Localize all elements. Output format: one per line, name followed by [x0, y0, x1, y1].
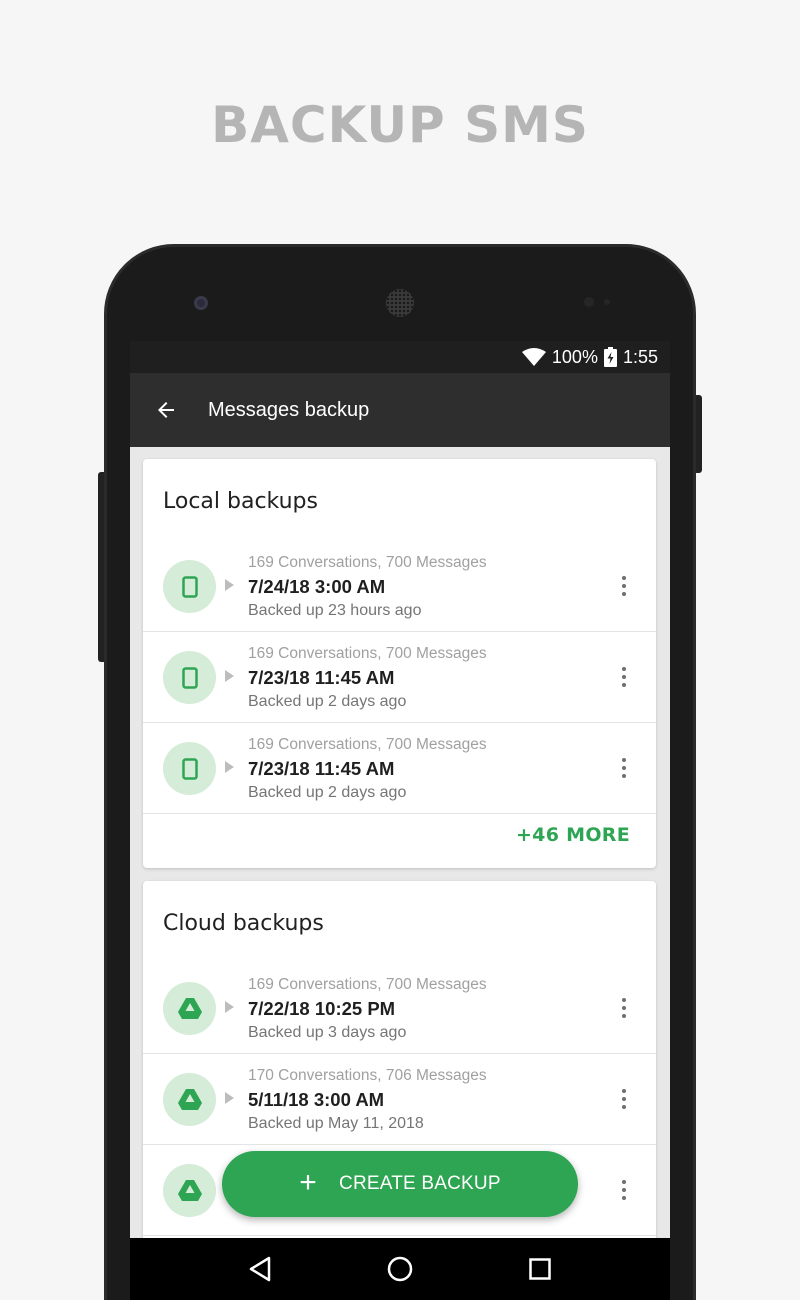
expand-arrow-icon[interactable]	[225, 1092, 234, 1104]
nav-recents-icon[interactable]	[520, 1249, 560, 1289]
backup-age: Backed up May 11, 2018	[248, 1115, 424, 1132]
create-backup-label: CREATE BACKUP	[339, 1173, 501, 1194]
google-drive-icon	[163, 982, 216, 1035]
backup-date: 7/24/18 3:00 AM	[248, 576, 386, 597]
phone-icon	[163, 651, 216, 704]
more-vert-icon[interactable]	[612, 753, 636, 783]
more-vert-icon[interactable]	[612, 1084, 636, 1114]
nav-home-icon[interactable]	[380, 1249, 420, 1289]
plus-icon: +	[299, 1165, 318, 1199]
expand-arrow-icon[interactable]	[225, 670, 234, 682]
expand-arrow-icon[interactable]	[225, 1001, 234, 1013]
more-vert-icon[interactable]	[612, 571, 636, 601]
expand-arrow-icon[interactable]	[225, 761, 234, 773]
backup-date: 5/11/18 3:00 AM	[248, 1089, 385, 1110]
local-backups-title: Local backups	[163, 489, 318, 514]
backup-meta: 169 Conversations, 700 Messages	[248, 645, 487, 662]
clock: 1:55	[622, 346, 658, 367]
google-drive-icon	[163, 1164, 216, 1217]
backup-date: 7/23/18 11:45 AM	[248, 667, 395, 688]
backup-date: 7/23/18 11:45 AM	[248, 758, 395, 779]
cloud-backups-title: Cloud backups	[163, 911, 324, 936]
backup-row[interactable]: 169 Conversations, 700 Messages 7/23/18 …	[143, 632, 656, 723]
backup-meta: 169 Conversations, 700 Messages	[248, 976, 487, 993]
google-drive-icon	[163, 1073, 216, 1126]
show-more-button[interactable]: +46 MORE	[516, 824, 630, 846]
backup-age: Backed up 2 days ago	[248, 693, 407, 710]
status-bar: 100% 1:55	[130, 341, 670, 373]
nav-back-icon[interactable]	[240, 1249, 280, 1289]
backup-age: Backed up 2 days ago	[248, 784, 407, 801]
more-vert-icon[interactable]	[612, 993, 636, 1023]
more-vert-icon[interactable]	[612, 662, 636, 692]
earpiece-speaker	[386, 289, 414, 317]
backup-meta: 170 Conversations, 706 Messages	[248, 1067, 487, 1084]
expand-arrow-icon[interactable]	[225, 579, 234, 591]
light-sensor	[604, 299, 610, 305]
backup-row[interactable]: 169 Conversations, 700 Messages 7/24/18 …	[143, 541, 656, 632]
phone-screen: 100% 1:55 Messages backup Local backups …	[130, 341, 670, 1300]
backup-row[interactable]: 169 Conversations, 700 Messages 7/22/18 …	[143, 963, 656, 1054]
local-backups-card: Local backups 169 Conversations, 700 Mes…	[143, 459, 656, 868]
backup-date: 7/22/18 10:25 PM	[248, 998, 396, 1019]
battery-charging-icon	[603, 347, 617, 367]
app-bar: Messages backup	[130, 373, 670, 447]
phone-icon	[163, 560, 216, 613]
backup-row[interactable]: 169 Conversations, 700 Messages 7/23/18 …	[143, 723, 656, 814]
more-vert-icon[interactable]	[612, 1175, 636, 1205]
backup-age: Backed up 23 hours ago	[248, 602, 422, 619]
front-camera	[194, 296, 208, 310]
battery-percent: 100%	[551, 346, 598, 367]
backup-meta: 169 Conversations, 700 Messages	[248, 554, 487, 571]
create-backup-button[interactable]: + CREATE BACKUP	[222, 1151, 578, 1217]
back-arrow-icon[interactable]	[130, 373, 202, 447]
screen-title: Messages backup	[208, 398, 370, 421]
phone-icon	[163, 742, 216, 795]
proximity-sensor	[584, 297, 594, 307]
system-nav-bar	[130, 1238, 670, 1300]
backup-meta: 169 Conversations, 700 Messages	[248, 736, 487, 753]
wifi-icon	[521, 348, 546, 366]
page-headline: BACKUP SMS	[211, 96, 589, 154]
backup-row[interactable]: 170 Conversations, 706 Messages 5/11/18 …	[143, 1054, 656, 1145]
backup-age: Backed up 3 days ago	[248, 1024, 407, 1041]
